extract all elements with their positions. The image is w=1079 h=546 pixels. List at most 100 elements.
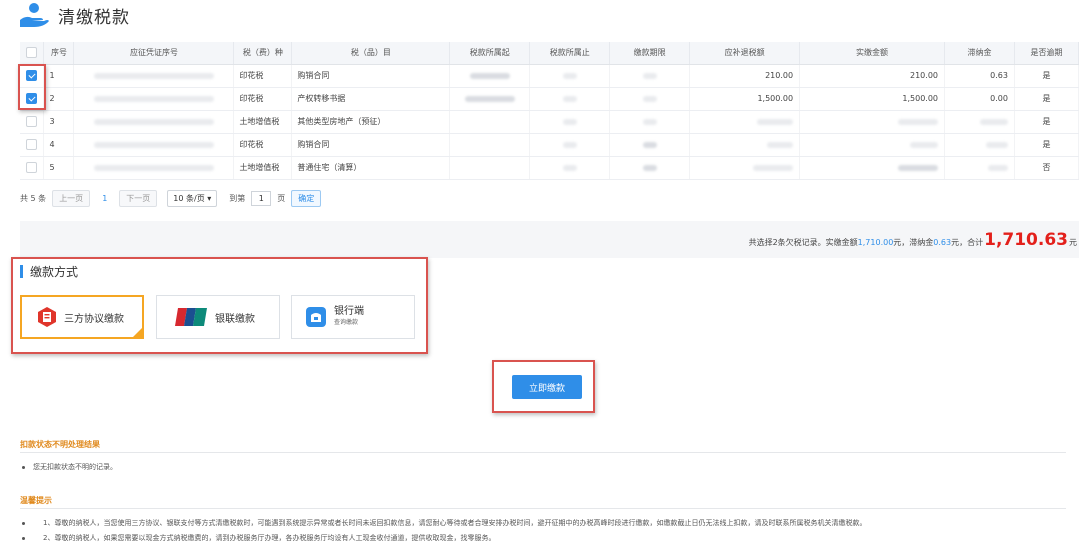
- payment-method-highlight-box: [11, 257, 428, 354]
- row-number: 1: [43, 64, 75, 88]
- period-end-redacted: [529, 156, 611, 180]
- summary-total: 1,710.63: [984, 230, 1068, 250]
- voucher-number-redacted: [73, 87, 235, 111]
- voucher-number-redacted: [73, 64, 235, 88]
- table-row[interactable]: 4 印花税 购销合同 是: [20, 133, 1079, 157]
- table-row[interactable]: 3 土地增值税 其他类型房地产（预征） 是: [20, 110, 1079, 134]
- select-all-cell[interactable]: [20, 42, 45, 65]
- col-header: 是否逾期: [1014, 42, 1079, 65]
- due-amount-redacted: [689, 133, 801, 157]
- page-size-select[interactable]: 10 条/页 ▾: [167, 189, 218, 207]
- goto-confirm-button[interactable]: 确定: [291, 189, 322, 207]
- goto-page-input[interactable]: 1: [251, 190, 272, 206]
- period-end-redacted: [529, 133, 611, 157]
- paid-amount-redacted: [799, 133, 945, 157]
- row-number: 4: [43, 133, 75, 157]
- table-row[interactable]: 5 土地增值税 普通住宅（清算） 否: [20, 156, 1079, 180]
- tax-item: 购销合同: [291, 133, 451, 157]
- late-fee: 0.63: [944, 64, 1015, 88]
- table-header-row: 序号 应征凭证序号 税（费）种 税（品）目 税款所属起 税款所属止 缴款期限 应…: [20, 42, 1079, 65]
- row-number: 3: [43, 110, 75, 134]
- voucher-number-redacted: [73, 156, 235, 180]
- deduct-status-title: 扣款状态不明处理结果: [20, 440, 100, 449]
- overdue-flag: 是: [1014, 110, 1079, 134]
- due-date-redacted: [609, 156, 691, 180]
- divider: [20, 508, 1066, 509]
- due-amount-redacted: [689, 110, 801, 134]
- period-start-redacted: [449, 64, 531, 88]
- due-date-redacted: [609, 110, 691, 134]
- bullet-icon: [22, 521, 25, 525]
- tax-item: 其他类型房地产（预征）: [291, 110, 451, 134]
- page-unit-label: 页: [277, 193, 286, 203]
- col-header: 税（品）目: [291, 42, 451, 65]
- due-amount: 1,500.00: [689, 87, 801, 111]
- current-page-number[interactable]: 1: [102, 194, 107, 203]
- tax-item: 产权转移书据: [291, 87, 451, 111]
- pay-button-highlight-box: [492, 360, 595, 413]
- col-header: 税款所属止: [529, 42, 611, 65]
- row-checkbox[interactable]: [26, 162, 38, 173]
- goto-label: 到第: [229, 193, 246, 203]
- row-number: 5: [43, 156, 75, 180]
- prev-page-button[interactable]: 上一页: [52, 189, 91, 207]
- tax-type: 土地增值税: [233, 110, 293, 134]
- overdue-flag: 是: [1014, 87, 1079, 111]
- page-header: 清缴税款: [18, 0, 130, 30]
- col-header: 滞纳金: [944, 42, 1015, 65]
- summary-mid1: 元，滞纳金: [893, 238, 934, 247]
- due-amount: 210.00: [689, 64, 801, 88]
- bullet-icon: [22, 465, 25, 469]
- due-date-redacted: [609, 64, 691, 88]
- late-fee: 0.00: [944, 87, 1015, 111]
- next-page-button[interactable]: 下一页: [119, 189, 158, 207]
- summary-paid-amount: 1,710.00: [857, 238, 894, 247]
- tip-text: 2、尊敬的纳税人，如果您需要以现金方式纳税缴费的，请到办税服务厅办理，各办税服务…: [43, 534, 496, 542]
- period-end-redacted: [529, 87, 611, 111]
- divider: [20, 452, 1066, 453]
- hand-holding-person-icon: [20, 3, 49, 27]
- row-checkbox[interactable]: [26, 139, 38, 150]
- late-fee-redacted: [944, 110, 1015, 134]
- voucher-number-redacted: [73, 110, 235, 134]
- period-start-redacted: [449, 156, 531, 180]
- tax-type: 印花税: [233, 133, 293, 157]
- total-count: 共 5 条: [20, 193, 47, 203]
- col-header: 应补退税额: [689, 42, 801, 65]
- period-start-redacted: [449, 87, 531, 111]
- due-date-redacted: [609, 87, 691, 111]
- col-header: 应征凭证序号: [73, 42, 235, 65]
- summary-suffix: 元: [1069, 238, 1077, 247]
- deduct-status-text: 您无扣款状态不明的记录。: [33, 463, 117, 471]
- period-end-redacted: [529, 64, 611, 88]
- col-header: 缴款期限: [609, 42, 691, 65]
- due-amount-redacted: [689, 156, 801, 180]
- page-title: 清缴税款: [58, 7, 130, 28]
- col-header: 实缴金额: [799, 42, 945, 65]
- period-start-redacted: [449, 133, 531, 157]
- summary-prefix: 共选择2条欠税记录。实缴金额: [748, 238, 858, 247]
- deduct-status-message: 您无扣款状态不明的记录。: [22, 462, 117, 472]
- period-start-redacted: [449, 110, 531, 134]
- overdue-flag: 否: [1014, 156, 1079, 180]
- summary-mid2: 元，合计: [951, 238, 984, 247]
- tip-item: 1、尊敬的纳税人，当您使用三方协议、银联支付等方式清缴税款时，可能遇到系统提示异…: [22, 518, 866, 528]
- paid-amount: 210.00: [799, 64, 945, 88]
- col-header: 税（费）种: [233, 42, 293, 65]
- tax-type: 印花税: [233, 64, 293, 88]
- tax-type: 印花税: [233, 87, 293, 111]
- summary-late-fee: 0.63: [933, 238, 952, 247]
- table-row[interactable]: 2 印花税 产权转移书据 1,500.00 1,500.00 0.00 是: [20, 87, 1079, 111]
- tax-type: 土地增值税: [233, 156, 293, 180]
- select-all-checkbox[interactable]: [26, 47, 38, 59]
- tips-title: 温馨提示: [20, 496, 52, 505]
- pagination: 共 5 条 上一页 1 下一页 10 条/页 ▾ 到第 1 页 确定: [20, 189, 322, 207]
- paid-amount: 1,500.00: [799, 87, 945, 111]
- tax-item: 普通住宅（清算）: [291, 156, 451, 180]
- tip-item: 2、尊敬的纳税人，如果您需要以现金方式纳税缴费的，请到办税服务厅办理，各办税服务…: [22, 533, 495, 543]
- tax-item: 购销合同: [291, 64, 451, 88]
- row-checkbox[interactable]: [26, 116, 38, 127]
- table-row[interactable]: 1 印花税 购销合同 210.00 210.00 0.63 是: [20, 64, 1079, 88]
- overdue-flag: 是: [1014, 133, 1079, 157]
- checkbox-highlight-box: [18, 64, 46, 110]
